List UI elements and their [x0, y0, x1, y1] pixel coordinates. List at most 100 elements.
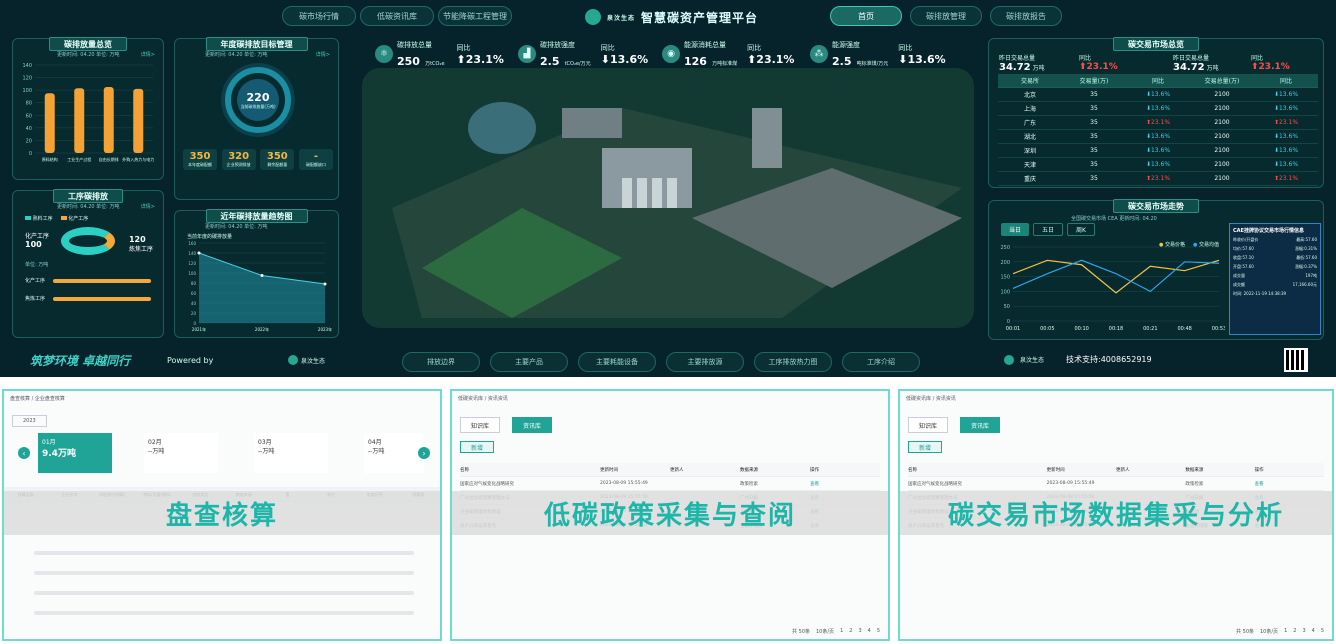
bottom-tab-sources[interactable]: 主要排放源 [666, 352, 744, 372]
table-row [34, 551, 414, 555]
table-row[interactable]: 深圳 35 ⬇13.6% 2100 ⬇13.6% [998, 144, 1318, 158]
page-number[interactable]: 4 [868, 628, 871, 635]
y-tick-label: 160 [188, 241, 196, 246]
page-number[interactable]: 2 [1293, 628, 1296, 635]
table-cell: 北京 [1023, 92, 1036, 99]
bottom-tab-process[interactable]: 工序介绍 [842, 352, 920, 372]
tab-news[interactable]: 资讯库 [960, 417, 1001, 433]
details-link[interactable]: 详情> [141, 51, 155, 58]
range-tab-day[interactable]: 当日 [1001, 223, 1030, 236]
table-row[interactable]: 国家应对气候变化战略研究 2023-08-09 15:55:49 政策检索 查看 [908, 477, 1324, 491]
table-row[interactable]: 国家应对气候变化战略研究 2023-08-09 15:55:49 政策检索 查看 [460, 477, 880, 491]
table-cell: ⬇13.6% [1145, 105, 1171, 112]
tab-home[interactable]: 首页 [830, 6, 902, 26]
table-row[interactable]: 重庆 35 ⬆23.1% 2100 ⬆23.1% [998, 172, 1318, 186]
range-tab-5day[interactable]: 五日 [1033, 223, 1064, 236]
bottom-tab-equipment[interactable]: 主要耗能设备 [578, 352, 656, 372]
details-link[interactable]: 详情> [141, 203, 155, 210]
month-card[interactable]: 03月 --万吨 [254, 433, 328, 473]
factory-scene[interactable] [362, 68, 974, 328]
pagination-info[interactable]: 10条/页 [816, 628, 834, 635]
tab-energy-projects[interactable]: 节能降碳工程管理 [438, 6, 512, 26]
process-left-value: 100 [25, 240, 42, 249]
process-bar [53, 297, 151, 301]
view-link[interactable]: 查看 [1255, 481, 1324, 487]
x-tick-label: 自由长期排 [99, 156, 119, 162]
bottom-tab-boundary[interactable]: 排放边界 [402, 352, 480, 372]
tab-news[interactable]: 资讯库 [512, 417, 553, 433]
page-number[interactable]: 5 [1321, 628, 1324, 635]
card-inventory-accounting[interactable]: 盘查核算 / 企业盘查核算 2023 ‹ 01月 9.4万吨 02月 --万吨 03… [2, 389, 442, 641]
page-number[interactable]: 4 [1312, 628, 1315, 635]
process-left-label: 化产工序 [25, 233, 50, 240]
y-tick-label: 0 [1007, 319, 1010, 325]
breadcrumb: 低碳资讯库 / 资讯资讯 [458, 396, 508, 402]
table-row[interactable]: 上海 35 ⬇13.6% 2100 ⬇13.6% [998, 102, 1318, 116]
column-header: 操作 [1254, 467, 1264, 473]
bottom-tab-heatmap[interactable]: 工序排放热力图 [754, 352, 832, 372]
y-tick-label: 50 [1004, 304, 1010, 310]
logo-icon [1004, 354, 1014, 365]
kpi-label: 碳排放总量 [397, 40, 432, 49]
y-tick-label: 40 [26, 126, 32, 132]
page-number[interactable]: 3 [858, 628, 861, 635]
month-card[interactable]: 02月 --万吨 [144, 433, 218, 473]
y-tick-label: 80 [26, 101, 32, 107]
summary-cmp-label: 同比 [1251, 55, 1264, 62]
table-row[interactable]: 北京 35 ⬇13.6% 2100 ⬇13.6% [998, 88, 1318, 102]
month-card[interactable]: 01月 9.4万吨 [38, 433, 112, 473]
panel-title: 年度碳排放目标管理 [205, 37, 308, 51]
info-rows: 昨收价/开盘价 最高:57.60 均价:57.60 涨幅:0.31% 收盘:57.10 最… [1233, 237, 1317, 288]
page-number[interactable]: 3 [1302, 628, 1305, 635]
view-link[interactable]: 查看 [810, 481, 880, 487]
summary-cmp: 23.1% [1258, 62, 1290, 72]
table-cell: 深圳 [1023, 148, 1036, 155]
kpi-unit: 吨标准煤/万元 [856, 60, 889, 67]
add-button[interactable]: 新增 [908, 441, 943, 453]
tab-knowledge[interactable]: 知识库 [460, 417, 501, 433]
summary-value: 34.72 [999, 62, 1031, 73]
column-header: 操作 [810, 467, 819, 473]
add-button[interactable]: 新增 [460, 441, 495, 453]
stat-item: 350 本年度碳配额 [183, 149, 217, 170]
card-market-data[interactable]: 低碳资讯库 / 资讯资讯 知识库 资讯库 新增 名称 更新时间 更新人 数据来源 操作国… [898, 389, 1334, 641]
panel-meta: 更新时间: 04.20 单位: 万吨 [57, 52, 120, 58]
page-number[interactable]: 2 [849, 628, 852, 635]
pagination-info[interactable]: 10条/页 [1260, 628, 1278, 635]
column-header: 更新人 [670, 467, 684, 473]
tab-carbon-market[interactable]: 碳市场行情 [282, 6, 356, 26]
trend-area-chart: 0 20 40 60 80 100 120 140 160 2021年 2022年 2023年 [188, 241, 332, 332]
series-line [1012, 259, 1220, 293]
tab-knowledge[interactable]: 知识库 [908, 417, 949, 433]
tab-lowcarbon-news[interactable]: 低碳资讯库 [360, 6, 434, 26]
table-row[interactable]: 湖北 35 ⬇13.6% 2100 ⬇13.6% [998, 130, 1318, 144]
details-link[interactable]: 详情> [316, 51, 330, 58]
table-row [34, 611, 414, 615]
page-number[interactable]: 1 [1284, 628, 1287, 635]
stat-item: 350 剩余配额量 [260, 149, 295, 170]
table-cell: ⬇13.6% [1273, 147, 1299, 154]
year-select[interactable]: 2023 [12, 415, 47, 427]
info-time: 时间: 2022-11-19 14:38:39 [1233, 291, 1287, 296]
info-cell: 成交量 [1233, 273, 1245, 278]
card-policy-collection[interactable]: 低碳资讯库 / 资讯资讯 知识库 资讯库 新增 名称 更新时间 更新人 数据来源 操作国… [450, 389, 890, 641]
next-arrow-icon[interactable]: › [418, 447, 430, 459]
month-card[interactable]: 04月 --万吨 [364, 433, 424, 473]
page-number[interactable]: 1 [840, 628, 843, 635]
bottom-tab-products[interactable]: 主要产品 [490, 352, 568, 372]
breadcrumb: 盘查核算 / 企业盘查核算 [10, 396, 65, 402]
page-number[interactable]: 5 [877, 628, 880, 635]
arrow-up-icon: ⬆ [456, 52, 466, 66]
tab-emission-mgmt[interactable]: 碳排放管理 [910, 6, 982, 26]
tab-emission-report[interactable]: 碳排放报告 [990, 6, 1062, 26]
prev-arrow-icon[interactable]: ‹ [18, 447, 30, 459]
table-row[interactable]: 天津 35 ⬇13.6% 2100 ⬇13.6% [998, 158, 1318, 172]
summary-label: 昨日交易总量 [999, 55, 1036, 62]
range-tab-week[interactable]: 周K [1067, 223, 1095, 236]
process-bar-label: 焦炼工序 [25, 296, 46, 302]
table-row[interactable]: 广东 35 ⬆23.1% 2100 ⬆23.1% [998, 116, 1318, 130]
table-cell: 2100 [1214, 147, 1230, 154]
panel-meta: 更新时间: 04.20 单位: 万吨 [57, 204, 120, 210]
logo-text: 泉汶生态 [301, 357, 326, 365]
kpi-cmp-label: 同比 [456, 43, 471, 52]
